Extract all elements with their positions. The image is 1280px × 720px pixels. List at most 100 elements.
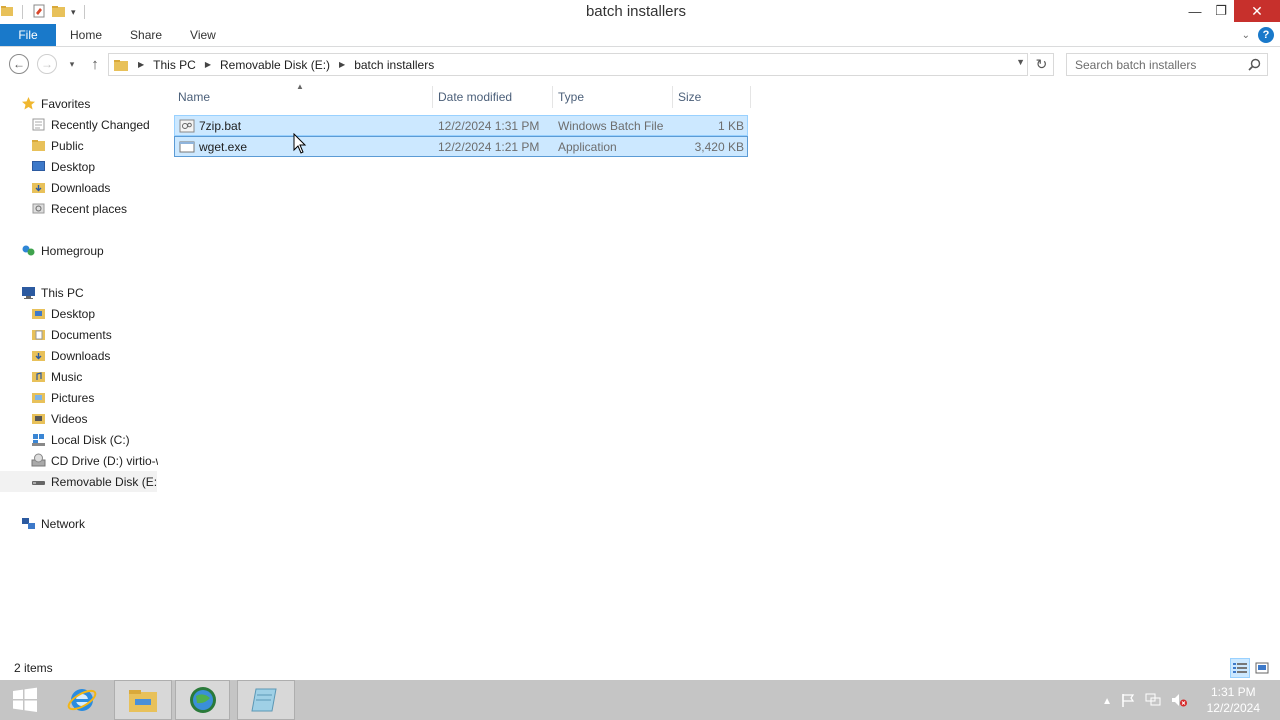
nav-pictures[interactable]: Pictures: [30, 387, 160, 408]
clock-time: 1:31 PM: [1210, 685, 1256, 699]
nav-local-disk-c[interactable]: Local Disk (C:): [30, 429, 160, 450]
file-name: wget.exe: [199, 139, 248, 154]
chevron-down-icon[interactable]: ▼: [1016, 57, 1025, 67]
file-explorer-icon: [129, 690, 157, 712]
window-controls: — ❐ ✕: [1182, 0, 1280, 22]
file-name: 7zip.bat: [199, 118, 242, 133]
nav-videos[interactable]: Videos: [30, 408, 160, 429]
column-divider[interactable]: [552, 86, 553, 108]
system-tray: ▲: [1102, 692, 1188, 711]
column-header-type[interactable]: Type: [554, 86, 672, 108]
nav-favorites[interactable]: Favorites: [20, 93, 160, 114]
nav-this-pc[interactable]: This PC: [20, 282, 160, 303]
breadcrumb-removable-disk[interactable]: Removable Disk (E:): [220, 58, 330, 72]
view-switcher: [1230, 658, 1272, 678]
recent-files-icon: [30, 117, 46, 133]
help-icon[interactable]: ?: [1258, 27, 1274, 43]
taskbar: ▲ 1:31 PM 12/2/2024: [0, 680, 1280, 720]
nav-downloads-favorite[interactable]: Downloads: [30, 177, 160, 198]
network-status-icon[interactable]: [1144, 692, 1162, 711]
volume-muted-icon[interactable]: [1170, 692, 1188, 711]
breadcrumb-batch-installers[interactable]: batch installers: [354, 58, 434, 72]
column-header-size[interactable]: Size: [674, 86, 750, 108]
minimize-button[interactable]: —: [1182, 0, 1208, 22]
address-bar[interactable]: ▶ This PC ▶ Removable Disk (E:) ▶ batch …: [108, 53, 1028, 76]
column-divider[interactable]: [750, 86, 751, 108]
column-header-name[interactable]: Name: [174, 86, 432, 108]
nav-recently-changed[interactable]: Recently Changed: [30, 114, 160, 135]
internet-explorer-icon: [67, 689, 97, 711]
column-divider[interactable]: [432, 86, 433, 108]
chevron-right-icon[interactable]: ▶: [339, 60, 345, 69]
system-clock[interactable]: 1:31 PM 12/2/2024: [1207, 684, 1260, 716]
window-title: batch installers: [585, 3, 687, 20]
taskbar-internet-explorer[interactable]: [56, 680, 108, 720]
taskbar-file-explorer[interactable]: [114, 680, 172, 720]
nav-removable-disk-e[interactable]: Removable Disk (E:): [0, 471, 157, 492]
search-icon[interactable]: [1248, 58, 1261, 74]
videos-folder-icon: [30, 411, 46, 427]
network-icon: [20, 516, 36, 532]
search-input[interactable]: [1067, 57, 1239, 72]
action-center-flag-icon[interactable]: [1120, 692, 1136, 711]
nav-music[interactable]: Music: [30, 366, 160, 387]
nav-downloads[interactable]: Downloads: [30, 345, 160, 366]
expand-ribbon-icon[interactable]: ⌄: [1242, 30, 1250, 41]
start-button[interactable]: [0, 680, 50, 720]
notepad-icon: [251, 688, 277, 712]
tab-file[interactable]: File: [0, 24, 56, 46]
restore-button[interactable]: ❐: [1208, 0, 1234, 22]
column-divider[interactable]: [672, 86, 673, 108]
back-button[interactable]: ←: [9, 54, 29, 74]
tab-view[interactable]: View: [176, 24, 230, 46]
chevron-right-icon[interactable]: ▶: [205, 60, 211, 69]
tab-home[interactable]: Home: [56, 24, 116, 46]
clock-date: 12/2/2024: [1206, 701, 1260, 715]
search-box[interactable]: [1066, 53, 1268, 76]
large-icons-view-button[interactable]: [1252, 658, 1272, 678]
file-type: Application: [558, 139, 617, 154]
close-button[interactable]: ✕: [1234, 0, 1280, 22]
file-row[interactable]: wget.exe 12/2/2024 1:21 PM Application 3…: [174, 136, 748, 157]
recent-places-icon: [30, 201, 46, 217]
music-folder-icon: [30, 369, 46, 385]
refresh-button[interactable]: ↻: [1030, 53, 1054, 76]
tab-share[interactable]: Share: [116, 24, 176, 46]
file-size: 1 KB: [717, 118, 744, 133]
forward-button[interactable]: →: [37, 54, 57, 74]
folder-icon: [113, 57, 129, 73]
homegroup-icon: [20, 243, 36, 259]
downloads-folder-icon: [30, 180, 46, 196]
desktop-icon: [30, 159, 46, 175]
nav-network[interactable]: Network: [20, 513, 160, 534]
star-icon: [20, 96, 36, 112]
details-view-icon: [1233, 663, 1247, 673]
file-size: 3,420 KB: [694, 139, 744, 154]
nav-public[interactable]: Public: [30, 135, 160, 156]
nav-homegroup[interactable]: Homegroup: [20, 240, 160, 261]
recent-locations-button[interactable]: ▾: [62, 54, 82, 74]
chevron-right-icon[interactable]: ▶: [138, 60, 144, 69]
navigation-pane: Favorites Recently Changed Public Deskto…: [0, 88, 162, 658]
nav-recent-places[interactable]: Recent places: [30, 198, 160, 219]
up-button[interactable]: ↑: [85, 54, 105, 74]
taskbar-network-app[interactable]: [175, 680, 230, 720]
title-bar: ▾ batch installers — ❐ ✕: [0, 0, 1280, 24]
nav-desktop[interactable]: Desktop: [30, 303, 160, 324]
downloads-folder-icon: [30, 348, 46, 364]
file-type: Windows Batch File: [558, 118, 664, 133]
breadcrumb-this-pc[interactable]: This PC: [153, 58, 196, 72]
nav-cd-drive-d[interactable]: CD Drive (D:) virtio-win: [30, 450, 158, 471]
nav-documents[interactable]: Documents: [30, 324, 160, 345]
file-date: 12/2/2024 1:21 PM: [438, 139, 540, 154]
cd-drive-icon: [30, 453, 46, 469]
details-view-button[interactable]: [1230, 658, 1250, 678]
file-row[interactable]: 7zip.bat 12/2/2024 1:31 PM Windows Batch…: [174, 115, 748, 136]
nav-desktop-favorite[interactable]: Desktop: [30, 156, 160, 177]
taskbar-notepad[interactable]: [237, 680, 295, 720]
navigation-bar: ← → ▾ ↑ ▶ This PC ▶ Removable Disk (E:) …: [0, 52, 1280, 78]
file-date: 12/2/2024 1:31 PM: [438, 118, 540, 133]
column-header-date-modified[interactable]: Date modified: [434, 86, 552, 108]
show-hidden-icons-icon[interactable]: ▲: [1102, 696, 1112, 707]
removable-disk-icon: [30, 474, 46, 490]
